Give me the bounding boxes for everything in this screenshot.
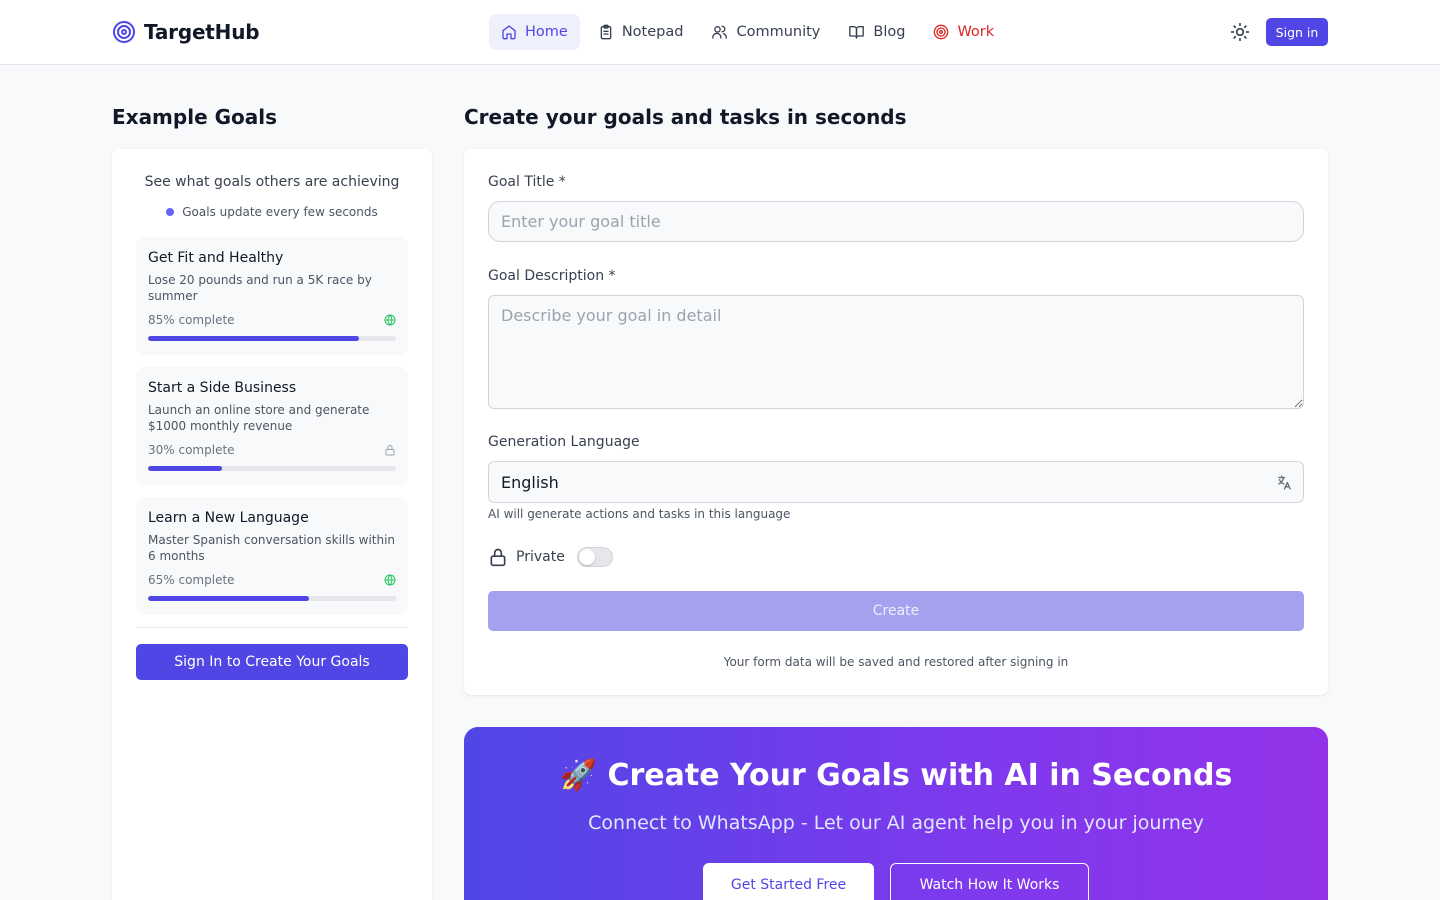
private-setting: Private [488,546,613,568]
main-nav: Home Notepad Community Blog Work [489,14,1004,50]
update-note-text: Goals update every few seconds [182,205,378,219]
goal-title: Start a Side Business [148,380,297,396]
lock-icon [385,445,395,456]
goal-progress-fill [148,596,310,601]
form-footer-note: Your form data will be saved and restore… [723,655,1069,669]
goal-progress-bar [148,596,396,601]
goal-description-label: Goal Description * [488,268,616,284]
ai-promo-banner: 🚀 Create Your Goals with AI in Seconds C… [464,727,1328,900]
nav-community-label: Community [736,24,821,40]
sidebar-divider [136,627,408,628]
live-dot [166,208,175,216]
example-goals-panel: See what goals others are achieving Goal… [112,149,432,900]
nav-community[interactable]: Community [701,14,830,50]
nav-blog[interactable]: Blog [838,14,915,50]
goal-description-input[interactable] [488,295,1304,409]
target-icon [934,24,949,40]
clipboard-icon [600,24,612,40]
goal-description: Lose 20 pounds and run a 5K race by summ… [148,273,372,303]
users-icon [712,25,728,39]
sign-in-to-create-button[interactable]: Sign In to Create Your Goals [136,644,408,680]
globe-icon [384,314,396,326]
promo-subtitle: Connect to WhatsApp - Let our AI agent h… [588,812,1204,834]
brand-logo[interactable]: TargetHub [112,19,260,45]
goal-card[interactable]: Start a Side Business Launch an online s… [136,367,408,485]
nav-blog-label: Blog [873,24,906,40]
sun-icon [1230,22,1250,42]
goal-progress-label: 30% complete [148,443,235,457]
goal-progress-bar [148,336,396,341]
goal-description: Launch an online store and generate $100… [148,403,370,433]
promo-title: 🚀 Create Your Goals with AI in Seconds [559,758,1233,793]
sign-in-button[interactable]: Sign in [1266,18,1328,46]
goal-title-input[interactable] [488,201,1304,242]
language-select[interactable]: English [488,461,1304,503]
language-value: English [501,472,559,492]
top-header: TargetHub Home Notepad Community Blog Wo… [0,0,1440,65]
goal-progress-bar [148,466,396,471]
home-icon [502,25,516,40]
book-icon [849,26,865,39]
app-name: TargetHub [144,20,260,44]
goal-card[interactable]: Learn a New Language Master Spanish conv… [136,497,408,615]
theme-toggle-button[interactable] [1228,20,1252,44]
create-button[interactable]: Create [488,591,1304,631]
goal-title: Learn a New Language [148,510,309,526]
lock-icon [490,548,506,567]
goal-description: Master Spanish conversation skills withi… [148,533,396,563]
nav-notepad-label: Notepad [621,24,684,40]
create-goal-form: Goal Title * Goal Description * Generati… [464,149,1328,695]
sidebar-subtitle: See what goals others are achieving [144,174,400,190]
page-title: Create your goals and tasks in seconds [464,105,907,129]
private-toggle[interactable] [576,547,613,567]
language-label: Generation Language [488,434,640,450]
nav-work-label: Work [957,24,995,40]
target-logo-icon [113,21,135,43]
language-helper-text: AI will generate actions and tasks in th… [488,507,791,521]
private-label: Private [516,549,565,565]
goal-progress-fill [148,466,223,471]
nav-home-label: Home [525,24,568,40]
nav-home[interactable]: Home [489,14,580,50]
goal-title: Get Fit and Healthy [148,250,284,266]
goal-card[interactable]: Get Fit and Healthy Lose 20 pounds and r… [136,237,408,355]
goal-progress-fill [148,336,359,341]
toggle-knob [578,549,595,565]
translate-icon [1278,475,1291,490]
nav-notepad[interactable]: Notepad [588,14,694,50]
goal-title-label: Goal Title * [488,174,566,190]
nav-work[interactable]: Work [923,14,1004,50]
get-started-button[interactable]: Get Started Free [703,863,874,900]
update-note: Goals update every few seconds [112,205,432,219]
goal-progress-label: 85% complete [148,313,235,327]
globe-icon [384,574,396,586]
watch-how-it-works-button[interactable]: Watch How It Works [890,863,1089,900]
sidebar-title: Example Goals [112,105,278,129]
goal-progress-label: 65% complete [148,573,235,587]
